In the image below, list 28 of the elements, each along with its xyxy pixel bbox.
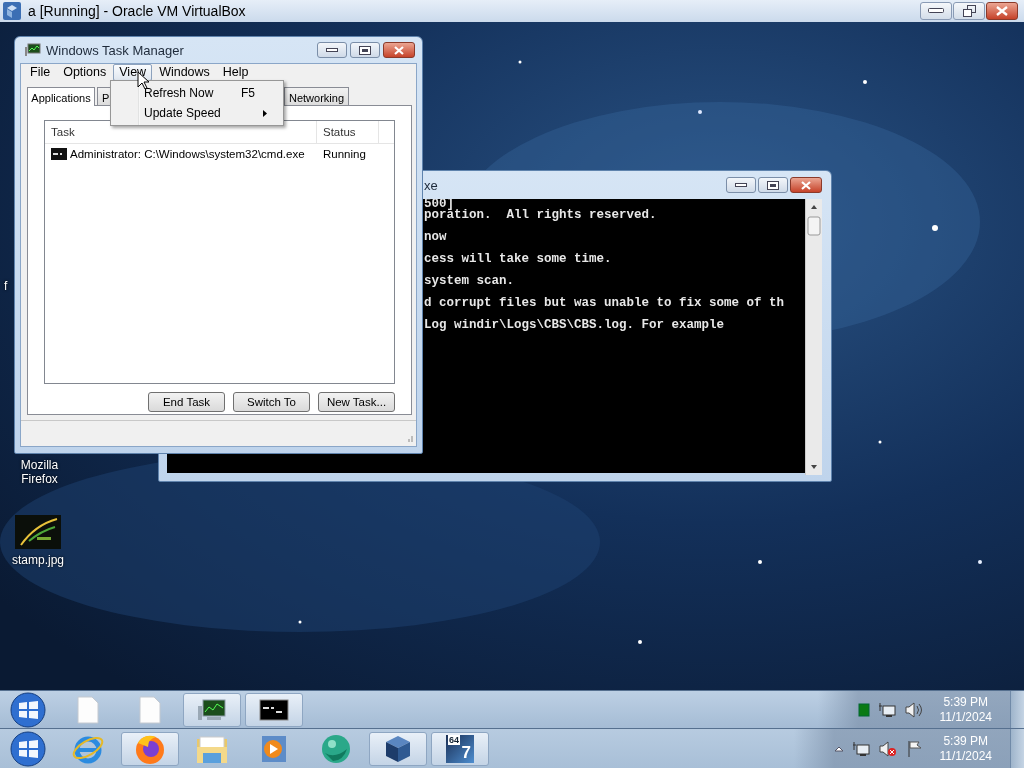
network-icon [877, 701, 896, 718]
tile-number: 64 [448, 734, 460, 745]
taskbar-button[interactable]: 64 7 [431, 731, 489, 766]
console-icon [259, 698, 289, 721]
sphere-icon [319, 732, 353, 765]
document-icon [137, 695, 163, 724]
monitor-icon [197, 697, 227, 722]
close-button[interactable] [986, 2, 1018, 20]
clock-date: 11/1/2024 [939, 748, 992, 764]
flag-icon [905, 739, 924, 758]
taskbar-button[interactable] [369, 731, 427, 766]
tile-label: 7 [461, 742, 471, 763]
taskbar-button[interactable] [183, 692, 241, 727]
show-hidden-icons-button[interactable] [833, 744, 844, 753]
restore-icon [962, 5, 976, 17]
clock-date: 11/1/2024 [939, 709, 992, 725]
network-icon [851, 740, 870, 757]
minimize-button[interactable] [920, 2, 952, 20]
close-icon [996, 6, 1008, 16]
document-icon [75, 695, 101, 724]
window-title: a [Running] - Oracle VM VirtualBox [28, 3, 246, 19]
taskbar-button[interactable] [245, 692, 303, 727]
clock-time: 5:39 PM [943, 694, 989, 710]
app-icon [2, 1, 22, 21]
clock-time: 5:39 PM [943, 733, 989, 749]
minimize-icon [928, 8, 944, 14]
meter-icon [857, 702, 870, 717]
restore-button[interactable] [953, 2, 985, 20]
